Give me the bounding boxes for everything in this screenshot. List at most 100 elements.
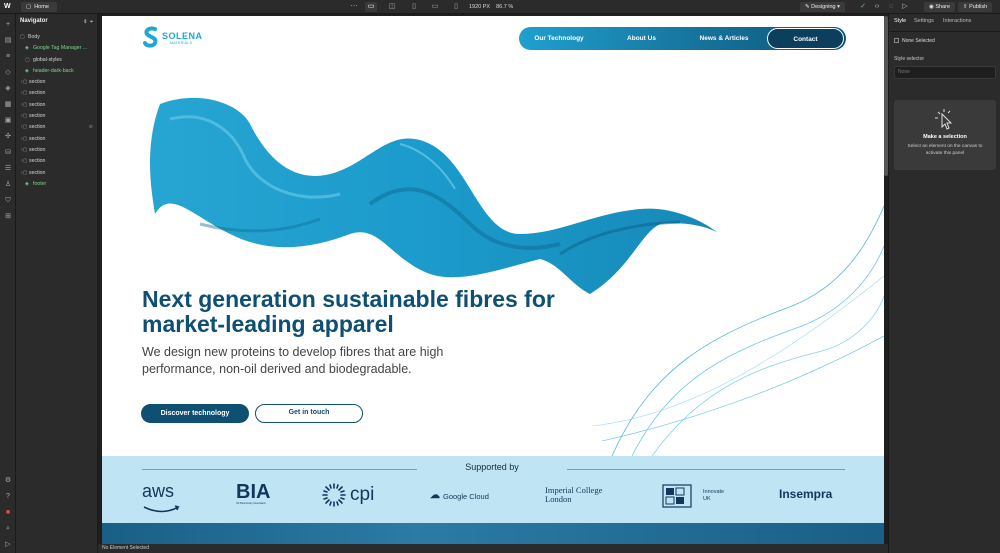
insempra-logo: Insempra (779, 482, 849, 510)
styles-icon[interactable]: ▦ (3, 100, 13, 110)
publish-label: Publish (969, 4, 988, 10)
hidden-eye-icon[interactable]: ⊘ (89, 122, 93, 133)
menu-our-technology[interactable]: Our Technology (519, 27, 599, 50)
uk-research-innovation-icon (662, 484, 692, 508)
variables-icon[interactable]: ◈ (3, 84, 13, 94)
chevron-right-icon: ›▢ (21, 90, 28, 97)
code-icon[interactable]: ‹› (872, 2, 882, 12)
style-selector-input[interactable]: None (894, 66, 996, 79)
mode-dropdown[interactable]: ✎ Designing ▾ (800, 2, 845, 12)
webflow-logo[interactable]: W (4, 3, 12, 11)
video-icon[interactable]: ▷ (3, 540, 13, 550)
navigator-icon[interactable]: ≡ (3, 52, 13, 62)
database-icon[interactable]: ☰ (3, 164, 13, 174)
imperial-wordmark-line2: London (545, 494, 572, 504)
get-in-touch-button[interactable]: Get in touch (255, 404, 363, 423)
style-panel: Style Settings Interactions None Selecte… (888, 14, 1000, 553)
navigator-title: Navigator (20, 18, 48, 24)
nav-item-section[interactable]: ›▢ section (16, 111, 97, 122)
cloud-icon: ☁ (430, 490, 440, 501)
share-label: Share (935, 4, 951, 10)
settings-icon[interactable]: ⚙ (3, 476, 13, 486)
nav-item-section[interactable]: ›▢ section (16, 156, 97, 167)
share-button[interactable]: ◉ Share (924, 2, 956, 12)
component-icon: ◈ (25, 180, 29, 187)
insempra-wordmark: Insempra (779, 487, 833, 501)
nav-item-footer[interactable]: ◈ footer (16, 179, 97, 190)
cpi-sunburst-icon (322, 483, 346, 507)
help-icon[interactable]: ? (3, 492, 13, 502)
style-selector-label: Style selector (894, 56, 925, 62)
components-icon[interactable]: ◇ (3, 68, 13, 78)
navigator-panel: Navigator ⇕ ⌖ ▢ Body ◈ Google Tag Manager … (16, 14, 98, 553)
ecommerce-icon[interactable]: ⛉ (3, 196, 13, 206)
nav-item-section[interactable]: ›▢ section (16, 88, 97, 99)
left-toolbar: + ▤ ≡ ◇ ◈ ▦ ▣ ✣ ⛁ ☰ ♙ ⛉ ⊞ ⚙ ? ■ ⌕ ▷ (0, 14, 16, 553)
panel-tabs: Style Settings Interactions (889, 14, 1000, 32)
desktop-breakpoint-icon[interactable]: ▭ (365, 2, 377, 12)
nav-item-global-styles[interactable]: ▢ global-styles (16, 55, 97, 66)
bia-logo: BIA UK BioIndustry Association (236, 482, 286, 510)
body-icon: ▢ (20, 34, 25, 40)
none-selected-label: None Selected (902, 38, 935, 44)
users-icon[interactable]: ♙ (3, 180, 13, 190)
cms-icon[interactable]: ⛁ (3, 148, 13, 158)
chevron-right-icon: ›▢ (21, 158, 28, 165)
tablet-breakpoint-icon[interactable]: ▯ (408, 2, 420, 12)
navigator-controls[interactable]: ⇕ ⌖ (83, 19, 93, 25)
comment-icon[interactable]: ◌ (886, 2, 896, 12)
apps-icon[interactable]: ⊞ (3, 212, 13, 222)
design-canvas[interactable]: SOLENA MATERIALS Our Technology About Us… (102, 16, 884, 544)
menu-about-us[interactable]: About Us (604, 27, 679, 50)
nav-item-section[interactable]: ›▢ section (16, 145, 97, 156)
more-icon[interactable]: ⋯ (348, 2, 360, 12)
chevron-down-icon: ▾ (835, 4, 840, 10)
page-selector[interactable]: ▢ Home (21, 2, 57, 12)
pages-icon[interactable]: ▤ (3, 36, 13, 46)
chevron-right-icon: ›▢ (21, 79, 28, 86)
large-desktop-breakpoint-icon[interactable]: ◫ (386, 2, 398, 12)
nav-item-section[interactable]: ›▢ section (16, 100, 97, 111)
component-icon: ◈ (25, 67, 29, 74)
card-text: Select an element on the canvas to activ… (907, 144, 983, 156)
viewport-width: 1920 PX (469, 4, 491, 10)
nav-item-gtm[interactable]: ◈ Google Tag Manager ... (16, 43, 97, 54)
cursor-click-icon (935, 109, 953, 130)
mobile-portrait-breakpoint-icon[interactable]: ▯ (450, 2, 462, 12)
menu-news-articles[interactable]: News & Articles (681, 27, 767, 50)
nav-item-section[interactable]: ›▢ section ⊘ (16, 122, 97, 133)
nav-item-header[interactable]: ◈ header-dark-back (16, 66, 97, 77)
tab-style[interactable]: Style (894, 18, 906, 24)
record-icon[interactable]: ■ (3, 508, 13, 518)
preview-icon[interactable]: ▷ (900, 2, 910, 12)
discover-technology-button[interactable]: Discover technology (141, 404, 249, 423)
chevron-right-icon: ›▢ (21, 113, 28, 120)
status-bar: No Element Selected (98, 544, 888, 553)
card-title: Make a selection (923, 134, 967, 140)
hero-subtitle: We design new proteins to develop fibres… (142, 345, 444, 376)
tab-settings[interactable]: Settings (914, 18, 934, 24)
nav-item-section[interactable]: ›▢ section (16, 77, 97, 88)
menu-contact-button[interactable]: Contact (767, 28, 844, 49)
innovate-uk-logo: Innovate UK (662, 482, 732, 510)
search-icon[interactable]: ⌕ (3, 524, 13, 534)
add-icon[interactable]: + (3, 20, 13, 30)
page-name: Home (34, 4, 49, 10)
check-icon[interactable]: ✓ (858, 2, 868, 12)
decorative-lines (592, 205, 884, 456)
solena-logo-mark (143, 26, 158, 48)
canvas-size-readout: 1920 PX 86.7 % (469, 2, 513, 12)
tab-interactions[interactable]: Interactions (943, 18, 971, 24)
make-selection-card: Make a selection Select an element on th… (894, 100, 996, 170)
nav-item-section[interactable]: ›▢ section (16, 134, 97, 145)
nav-item-section[interactable]: ›▢ section (16, 168, 97, 179)
publish-button[interactable]: ⇧ Publish (958, 2, 993, 12)
top-toolbar: W ▢ Home ⋯ ▭ ◫ ▯ ▭ ▯ 1920 PX 86.7 % ✎ Desi… (0, 0, 1000, 14)
mobile-landscape-breakpoint-icon[interactable]: ▭ (429, 2, 441, 12)
aws-wordmark: aws (142, 481, 175, 501)
main-menu: Our Technology About Us News & Articles … (519, 27, 846, 50)
assets-icon[interactable]: ▣ (3, 116, 13, 126)
chevron-right-icon: ›▢ (21, 135, 28, 142)
interactions-icon[interactable]: ✣ (3, 132, 13, 142)
nav-item-body[interactable]: ▢ Body (16, 32, 97, 43)
